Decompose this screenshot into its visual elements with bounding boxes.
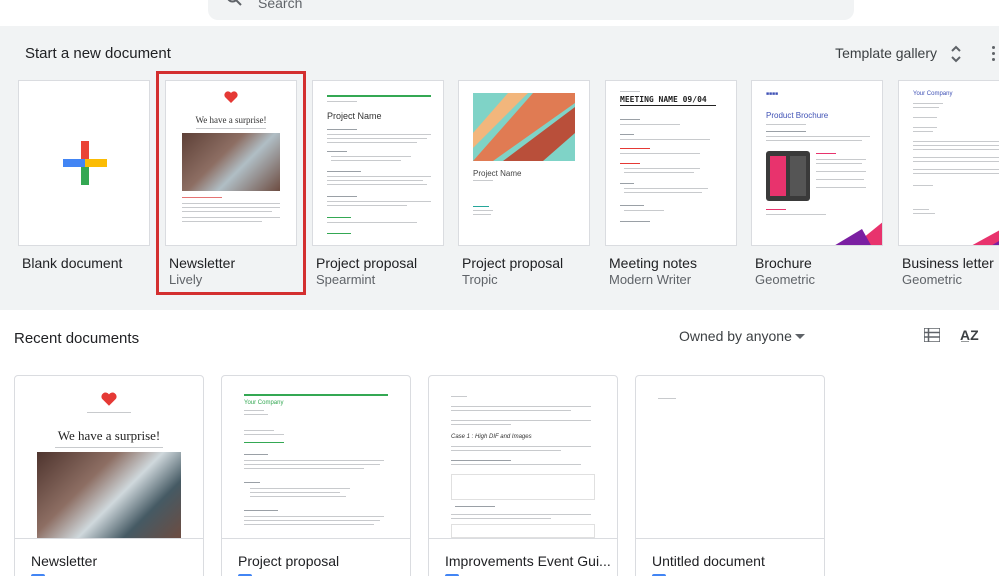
- template-name[interactable]: Brochure: [755, 255, 812, 271]
- template-name[interactable]: Project proposal: [462, 255, 563, 271]
- template-section: Start a new document Template gallery Bl…: [0, 26, 999, 310]
- recent-doc-name[interactable]: Improvements Event Gui...: [445, 553, 611, 569]
- template-subtitle: Geometric: [902, 272, 962, 287]
- template-brochure-thumbnail[interactable]: ■■■■ Product Brochure: [751, 80, 883, 246]
- template-heading: Start a new document: [25, 45, 171, 62]
- recent-doc-name[interactable]: Newsletter: [31, 553, 97, 569]
- template-modern-writer-thumbnail[interactable]: MEETING NAME 09/04: [605, 80, 737, 246]
- more-vert-icon[interactable]: [992, 46, 996, 62]
- unfold-icon[interactable]: [950, 44, 962, 64]
- heart-icon: [101, 392, 117, 406]
- template-subtitle: Geometric: [755, 272, 815, 287]
- recent-doc-card[interactable]: Case 1 : High DIF and Images Improvement…: [428, 375, 618, 576]
- recent-doc-card[interactable]: Untitled document: [635, 375, 825, 576]
- template-tropic-thumbnail[interactable]: Project Name: [458, 80, 590, 246]
- brochure-corner-art: [835, 222, 882, 245]
- recent-preview-title: Case 1 : High DIF and Images: [451, 434, 532, 440]
- recent-doc-thumbnail: We have a surprise!: [15, 376, 203, 538]
- template-spearmint-thumbnail[interactable]: Project Name: [312, 80, 444, 246]
- recent-doc-name[interactable]: Project proposal: [238, 553, 339, 569]
- recent-doc-card[interactable]: Your Company Project proposal: [221, 375, 411, 576]
- letter-corner-art: [972, 230, 999, 245]
- sort-az-icon[interactable]: A̲Z: [960, 327, 979, 343]
- template-blank-thumbnail[interactable]: [18, 80, 150, 246]
- template-name[interactable]: Business letter: [902, 255, 994, 271]
- template-subtitle: Spearmint: [316, 272, 376, 287]
- recent-doc-name[interactable]: Untitled document: [652, 553, 765, 569]
- template-business-letter-thumbnail[interactable]: Your Company: [898, 80, 999, 246]
- meeting-preview-title: MEETING NAME 09/04: [620, 95, 707, 104]
- owner-filter-dropdown[interactable]: Owned by anyone: [679, 328, 792, 344]
- newsletter-photo: [37, 452, 181, 538]
- spearmint-preview-title: Project Name: [327, 111, 382, 121]
- search-bar[interactable]: Search: [208, 0, 854, 20]
- brochure-preview-title: Product Brochure: [766, 111, 829, 120]
- recent-doc-thumbnail: [636, 376, 824, 538]
- recent-doc-thumbnail: Case 1 : High DIF and Images: [429, 376, 617, 538]
- tropic-preview-title: Project Name: [473, 169, 522, 178]
- template-name[interactable]: Blank document: [22, 255, 122, 271]
- selection-highlight: [156, 71, 306, 295]
- recent-preview-title: We have a surprise!: [57, 428, 161, 443]
- recent-preview-title: Your Company: [244, 400, 284, 406]
- top-bar: Search: [0, 0, 999, 26]
- recent-doc-card[interactable]: We have a surprise! Newsletter: [14, 375, 204, 576]
- list-view-icon[interactable]: [924, 328, 940, 342]
- preview-table: [451, 474, 595, 500]
- template-gallery-button[interactable]: Template gallery: [835, 45, 937, 61]
- plus-icon: [63, 141, 107, 185]
- letter-preview-title: Your Company: [913, 91, 953, 97]
- tropic-art: [473, 93, 575, 161]
- template-subtitle: Tropic: [462, 272, 498, 287]
- search-icon: [227, 0, 242, 6]
- template-name[interactable]: Project proposal: [316, 255, 417, 271]
- recent-doc-thumbnail: Your Company: [222, 376, 410, 538]
- phone-image: [766, 151, 810, 201]
- chevron-down-icon[interactable]: [795, 334, 805, 339]
- recent-heading: Recent documents: [14, 330, 140, 347]
- template-subtitle: Modern Writer: [609, 272, 692, 287]
- search-placeholder[interactable]: Search: [258, 0, 302, 10]
- preview-table: [451, 524, 595, 538]
- template-name[interactable]: Meeting notes: [609, 255, 697, 271]
